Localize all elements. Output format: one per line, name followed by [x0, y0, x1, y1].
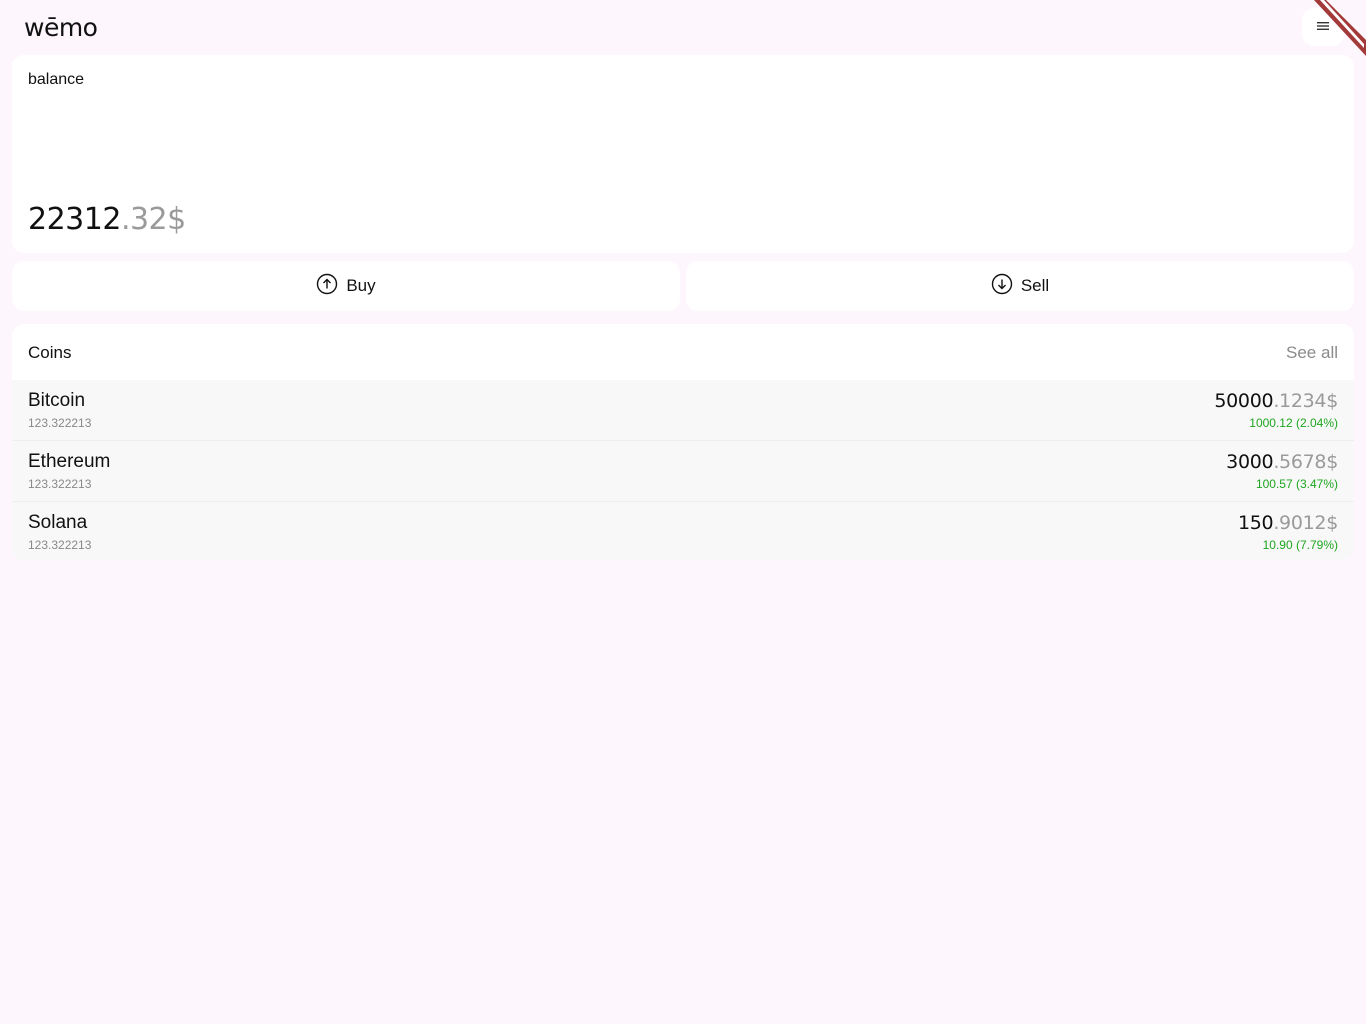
coin-name: Solana — [28, 512, 88, 533]
balance-card: balance 22312.32$ — [12, 55, 1354, 253]
coins-card: Coins See all Bitcoin 123.322213 50000.1… — [12, 324, 1354, 560]
coin-price-decimal: .9012$ — [1273, 512, 1338, 534]
coins-title: Coins — [28, 343, 72, 362]
coin-price-decimal: .5678$ — [1273, 451, 1338, 473]
coin-row-solana[interactable]: Solana 123.322213 150.9012$ 10.90 (7.79%… — [12, 502, 1354, 560]
coin-change: 10.90 (7.79%) — [1262, 538, 1338, 552]
coin-price-integer: 3000 — [1226, 451, 1274, 473]
sell-label: Sell — [1020, 276, 1050, 295]
coin-amount: 123.322213 — [28, 416, 92, 430]
coins-header: Coins See all — [12, 324, 1354, 380]
coin-list: Bitcoin 123.322213 50000.1234$ 1000.12 (… — [12, 380, 1354, 560]
coin-amount: 123.322213 — [28, 538, 92, 552]
logo[interactable]: wēmo — [24, 13, 98, 42]
arrow-up-circle-icon — [316, 273, 338, 300]
coin-change: 1000.12 (2.04%) — [1249, 416, 1338, 430]
coin-change: 100.57 (3.47%) — [1255, 477, 1338, 491]
coin-price: 3000.5678$ — [1226, 451, 1338, 473]
buy-button[interactable]: Buy — [12, 261, 680, 311]
coin-name: Bitcoin — [28, 390, 86, 411]
top-bar: wēmo — [0, 0, 1366, 56]
balance-decimal: .32$ — [120, 202, 186, 237]
debug-ribbon — [1306, 0, 1366, 56]
balance-integer: 22312 — [28, 202, 121, 237]
coin-name: Ethereum — [28, 451, 111, 472]
coin-amount: 123.322213 — [28, 477, 92, 491]
see-all-link[interactable]: See all — [1286, 343, 1338, 363]
buy-label: Buy — [346, 276, 376, 295]
coin-price-decimal: .1234$ — [1273, 390, 1338, 412]
arrow-down-circle-icon — [991, 273, 1013, 300]
balance-amount: 22312.32$ — [28, 202, 186, 237]
sell-button[interactable]: Sell — [686, 261, 1354, 311]
balance-label: balance — [28, 71, 85, 88]
coin-price-integer: 150 — [1237, 512, 1274, 534]
coin-row-bitcoin[interactable]: Bitcoin 123.322213 50000.1234$ 1000.12 (… — [12, 380, 1354, 441]
coin-row-ethereum[interactable]: Ethereum 123.322213 3000.5678$ 100.57 (3… — [12, 441, 1354, 502]
coin-price: 150.9012$ — [1238, 512, 1338, 534]
coin-price: 50000.1234$ — [1214, 390, 1338, 412]
coin-price-integer: 50000 — [1214, 390, 1274, 412]
